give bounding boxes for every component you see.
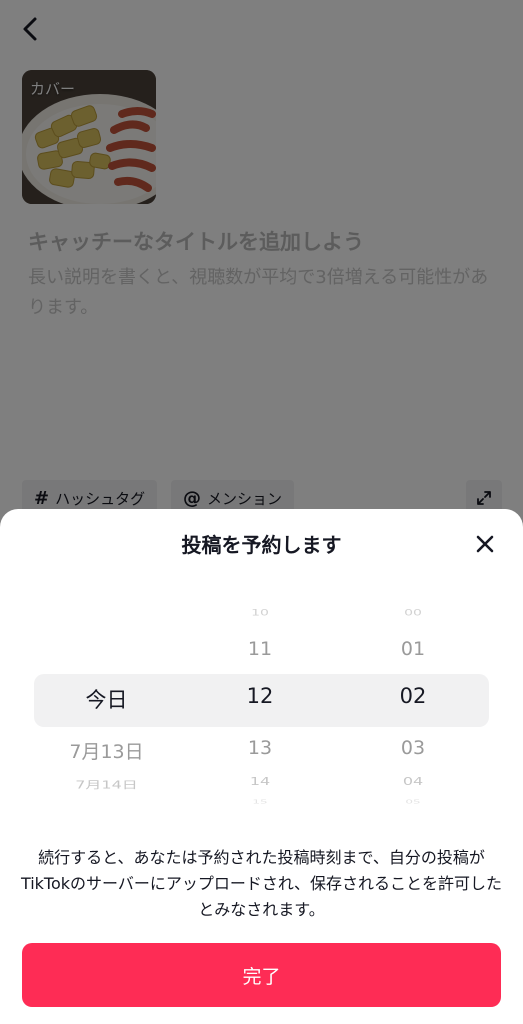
hour-option: 13 bbox=[247, 737, 273, 759]
hour-option: 14 bbox=[249, 775, 271, 788]
done-button[interactable]: 完了 bbox=[22, 943, 501, 1007]
minute-option: 03 bbox=[400, 737, 426, 759]
hour-option: 11 bbox=[247, 638, 273, 660]
minute-selected: 02 bbox=[399, 684, 427, 708]
minute-wheel[interactable]: 00 01 02 03 04 05 bbox=[343, 599, 483, 804]
hour-option: 15 bbox=[252, 799, 268, 804]
minute-option: 04 bbox=[402, 775, 424, 788]
sheet-title: 投稿を予約します bbox=[181, 533, 342, 557]
datetime-picker: 今日 7月13日 7月14日 10 11 12 13 14 15 00 01 0… bbox=[0, 599, 523, 804]
consent-notice: 続行すると、あなたは予約された投稿時刻まで、自分の投稿がTikTokのサーバーに… bbox=[20, 848, 503, 919]
schedule-post-screen: カバー キャッチーなタイトルを追加しよう 長い説明を書くと、視聴数が平均で3倍増… bbox=[0, 0, 523, 1024]
date-selected: 今日 bbox=[85, 688, 128, 712]
minute-option: 01 bbox=[400, 638, 426, 660]
hour-selected: 12 bbox=[246, 684, 274, 708]
close-icon bbox=[476, 535, 494, 553]
hour-wheel[interactable]: 10 11 12 13 14 15 bbox=[190, 599, 330, 804]
date-option: 7月13日 bbox=[69, 741, 144, 763]
minute-option: 00 bbox=[404, 608, 422, 618]
close-button[interactable] bbox=[468, 527, 502, 561]
date-option: 7月14日 bbox=[75, 778, 138, 792]
hour-option: 10 bbox=[251, 608, 269, 618]
minute-option: 05 bbox=[405, 799, 421, 804]
schedule-sheet: 投稿を予約します 今日 7月13日 7月14日 10 11 12 13 14 1… bbox=[0, 509, 523, 1024]
date-wheel[interactable]: 今日 7月13日 7月14日 bbox=[34, 599, 179, 804]
